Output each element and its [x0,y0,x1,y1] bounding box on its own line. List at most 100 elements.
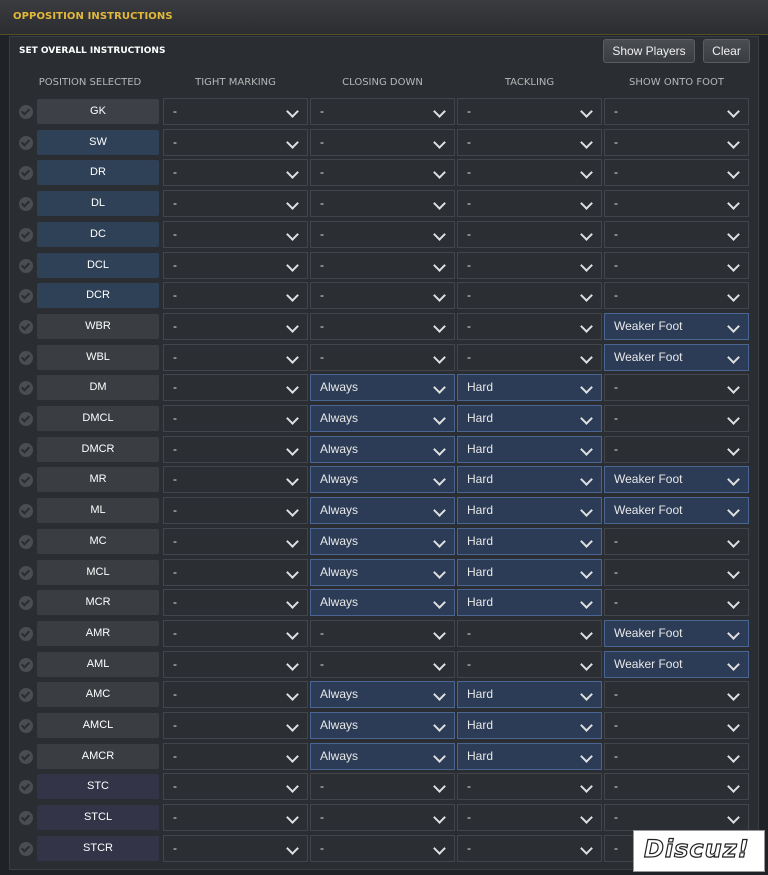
closing-down-dropdown[interactable]: Always [310,681,455,709]
tight-marking-dropdown[interactable]: - [163,282,308,310]
closing-down-dropdown[interactable]: Always [310,589,455,617]
tight-marking-dropdown[interactable]: - [163,497,308,525]
tackling-dropdown[interactable]: - [457,650,602,678]
row-check-icon[interactable] [19,319,33,334]
tight-marking-dropdown[interactable]: - [163,773,308,801]
row-check-icon[interactable] [19,749,33,764]
closing-down-dropdown[interactable]: Always [310,405,455,432]
row-check-icon[interactable] [19,688,33,703]
row-check-icon[interactable] [19,258,33,273]
tackling-dropdown[interactable]: - [457,343,602,371]
row-check-icon[interactable] [19,105,33,119]
show-onto-foot-dropdown[interactable]: Weaker Foot [604,619,749,647]
clear-button[interactable]: Clear [703,39,750,63]
tackling-dropdown[interactable]: - [457,773,602,801]
tackling-dropdown[interactable]: Hard [457,405,602,432]
tight-marking-dropdown[interactable]: - [163,405,308,432]
closing-down-dropdown[interactable]: - [310,98,455,125]
closing-down-dropdown[interactable]: Always [310,374,455,402]
tackling-dropdown[interactable]: - [457,159,602,187]
closing-down-dropdown[interactable]: - [310,251,455,279]
tight-marking-dropdown[interactable]: - [163,343,308,371]
tight-marking-dropdown[interactable]: - [163,220,308,248]
closing-down-dropdown[interactable]: - [310,804,455,832]
tackling-dropdown[interactable]: Hard [457,681,602,709]
row-check-icon[interactable] [19,811,33,826]
tight-marking-dropdown[interactable]: - [163,251,308,279]
tight-marking-dropdown[interactable]: - [163,128,308,156]
row-check-icon[interactable] [19,197,33,212]
tight-marking-dropdown[interactable]: - [163,619,308,647]
show-onto-foot-dropdown[interactable]: Weaker Foot [604,497,749,525]
row-check-icon[interactable] [19,473,33,488]
show-onto-foot-dropdown[interactable]: - [604,405,749,432]
show-onto-foot-dropdown[interactable]: - [604,128,749,156]
tackling-dropdown[interactable]: - [457,834,602,862]
show-onto-foot-dropdown[interactable]: - [604,220,749,248]
row-check-icon[interactable] [19,565,33,580]
show-players-button[interactable]: Show Players [603,39,695,63]
tackling-dropdown[interactable]: Hard [457,374,602,402]
tight-marking-dropdown[interactable]: - [163,374,308,402]
show-onto-foot-dropdown[interactable]: - [604,712,749,739]
row-check-icon[interactable] [19,534,33,549]
tight-marking-dropdown[interactable]: - [163,527,308,555]
tight-marking-dropdown[interactable]: - [163,312,308,340]
closing-down-dropdown[interactable]: Always [310,712,455,739]
row-check-icon[interactable] [19,841,33,856]
tight-marking-dropdown[interactable]: - [163,804,308,832]
closing-down-dropdown[interactable]: Always [310,558,455,586]
show-onto-foot-dropdown[interactable]: - [604,527,749,555]
tackling-dropdown[interactable]: - [457,804,602,832]
tight-marking-dropdown[interactable]: - [163,435,308,463]
tight-marking-dropdown[interactable]: - [163,834,308,862]
tight-marking-dropdown[interactable]: - [163,742,308,770]
show-onto-foot-dropdown[interactable]: - [604,159,749,187]
tackling-dropdown[interactable]: Hard [457,435,602,463]
tackling-dropdown[interactable]: - [457,619,602,647]
tackling-dropdown[interactable]: Hard [457,466,602,494]
show-onto-foot-dropdown[interactable]: - [604,589,749,617]
row-check-icon[interactable] [19,504,33,519]
row-check-icon[interactable] [19,227,33,242]
closing-down-dropdown[interactable]: Always [310,435,455,463]
tackling-dropdown[interactable]: - [457,128,602,156]
tackling-dropdown[interactable]: - [457,282,602,310]
tackling-dropdown[interactable]: Hard [457,497,602,525]
closing-down-dropdown[interactable]: Always [310,497,455,525]
tackling-dropdown[interactable]: Hard [457,742,602,770]
closing-down-dropdown[interactable]: Always [310,527,455,555]
closing-down-dropdown[interactable]: - [310,282,455,310]
show-onto-foot-dropdown[interactable]: - [604,773,749,801]
tackling-dropdown[interactable]: Hard [457,712,602,739]
show-onto-foot-dropdown[interactable]: - [604,374,749,402]
closing-down-dropdown[interactable]: Always [310,742,455,770]
closing-down-dropdown[interactable]: - [310,128,455,156]
show-onto-foot-dropdown[interactable]: - [604,681,749,709]
row-check-icon[interactable] [19,626,33,641]
show-onto-foot-dropdown[interactable]: - [604,190,749,218]
tackling-dropdown[interactable]: Hard [457,558,602,586]
closing-down-dropdown[interactable]: - [310,650,455,678]
show-onto-foot-dropdown[interactable]: Weaker Foot [604,312,749,340]
tackling-dropdown[interactable]: - [457,190,602,218]
tight-marking-dropdown[interactable]: - [163,589,308,617]
row-check-icon[interactable] [19,289,33,304]
tackling-dropdown[interactable]: Hard [457,589,602,617]
show-onto-foot-dropdown[interactable]: - [604,282,749,310]
closing-down-dropdown[interactable]: - [310,190,455,218]
row-check-icon[interactable] [19,596,33,611]
row-check-icon[interactable] [19,381,33,396]
tight-marking-dropdown[interactable]: - [163,681,308,709]
show-onto-foot-dropdown[interactable]: - [604,435,749,463]
show-onto-foot-dropdown[interactable]: Weaker Foot [604,650,749,678]
tight-marking-dropdown[interactable]: - [163,98,308,125]
row-check-icon[interactable] [19,350,33,365]
show-onto-foot-dropdown[interactable]: - [604,742,749,770]
tackling-dropdown[interactable]: - [457,251,602,279]
tight-marking-dropdown[interactable]: - [163,558,308,586]
closing-down-dropdown[interactable]: - [310,773,455,801]
show-onto-foot-dropdown[interactable]: - [604,804,749,832]
tight-marking-dropdown[interactable]: - [163,159,308,187]
tackling-dropdown[interactable]: - [457,98,602,125]
